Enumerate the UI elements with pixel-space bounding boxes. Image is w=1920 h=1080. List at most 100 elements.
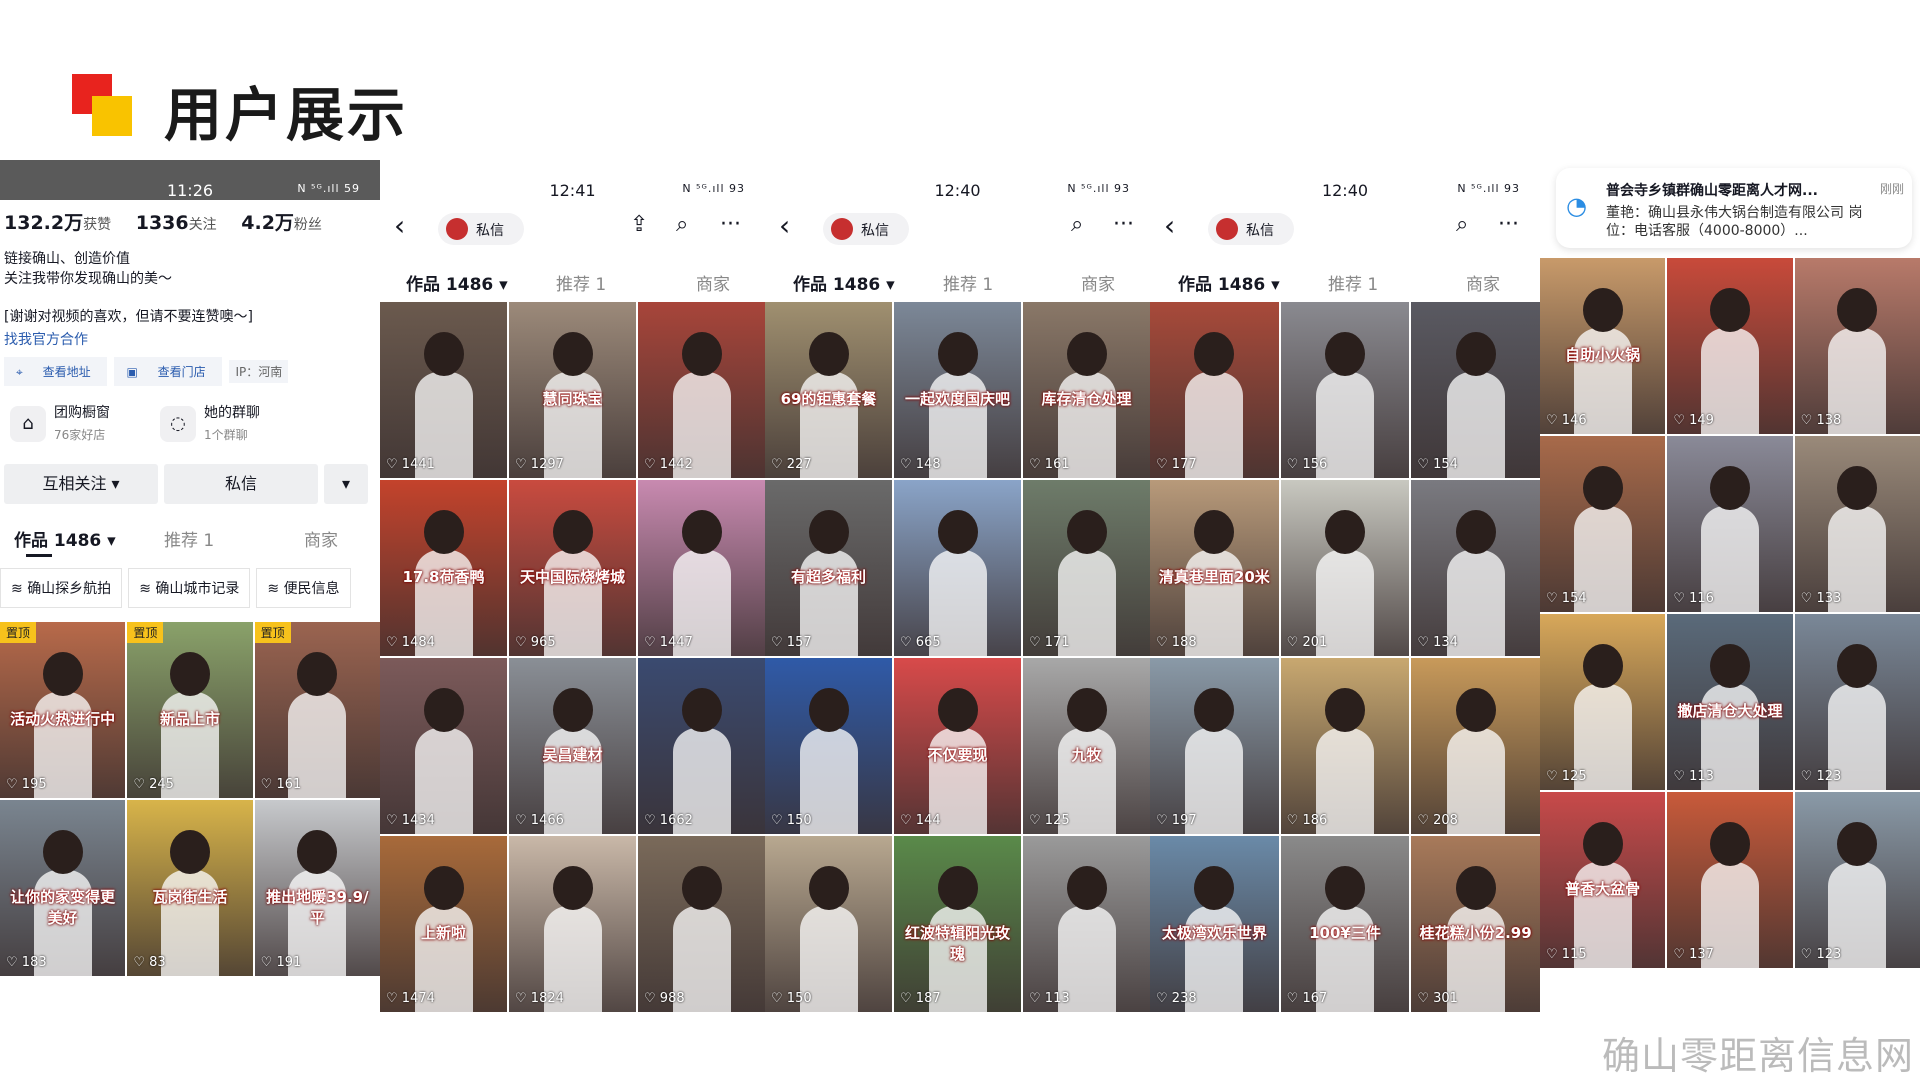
video-thumbnail[interactable]: 置顶 ♡ 161 xyxy=(254,622,380,798)
video-thumbnail[interactable]: ♡ 150 xyxy=(765,658,892,834)
video-thumbnail[interactable]: ♡ 123 xyxy=(1794,792,1920,968)
video-thumbnail[interactable]: 清真巷里面20米 ♡ 188 xyxy=(1150,480,1279,656)
video-thumbnail[interactable]: ♡ 1447 xyxy=(638,480,765,656)
video-thumbnail[interactable]: 撤店清仓大处理 ♡ 113 xyxy=(1667,614,1793,790)
group-chat-entry[interactable]: ◌ 她的群聊 1个群聊 xyxy=(154,402,304,450)
tab-recommend[interactable]: 推荐 1 xyxy=(943,270,993,295)
video-thumbnail[interactable]: 置顶 新品上市 ♡ 245 xyxy=(127,622,253,798)
video-thumbnail[interactable]: ♡ 137 xyxy=(1667,792,1793,968)
more-button[interactable]: ▾ xyxy=(324,464,368,504)
collection-chip[interactable]: ≋ 便民信息 xyxy=(256,568,351,608)
video-thumbnail[interactable]: 普香大盆骨 ♡ 115 xyxy=(1540,792,1666,968)
video-thumbnail[interactable]: 太极湾欢乐世界 ♡ 238 xyxy=(1150,836,1279,1012)
video-thumbnail[interactable]: 有超多福利 ♡ 157 xyxy=(765,480,892,656)
more-icon[interactable]: ··· xyxy=(1113,212,1134,237)
like-count: ♡ 157 xyxy=(771,635,812,650)
video-thumbnail[interactable]: ♡ 134 xyxy=(1411,480,1540,656)
search-icon[interactable]: ⌕ xyxy=(1071,212,1083,237)
video-thumbnail[interactable]: ♡ 156 xyxy=(1280,302,1410,478)
tab-merchant[interactable]: 商家 xyxy=(696,270,730,295)
video-thumbnail[interactable]: ♡ 208 xyxy=(1411,658,1540,834)
video-thumbnail[interactable]: ♡ 201 xyxy=(1280,480,1410,656)
pm-button[interactable]: 私信 xyxy=(438,213,524,245)
search-icon[interactable]: ⌕ xyxy=(1456,212,1468,237)
back-icon[interactable]: ‹ xyxy=(1164,212,1175,240)
video-thumbnail[interactable]: ♡ 123 xyxy=(1794,614,1920,790)
collection-chip[interactable]: ≋ 确山城市记录 xyxy=(128,568,251,608)
video-thumbnail[interactable]: ♡ 186 xyxy=(1280,658,1410,834)
share-icon[interactable]: ⇪ xyxy=(630,212,648,237)
video-thumbnail[interactable]: ♡ 154 xyxy=(1411,302,1540,478)
video-thumbnail[interactable]: ♡ 116 xyxy=(1667,436,1793,612)
video-thumbnail[interactable]: ♡ 1434 xyxy=(380,658,507,834)
video-thumbnail[interactable]: ♡ 154 xyxy=(1540,436,1666,612)
tab-recommend[interactable]: 推荐 1 xyxy=(556,270,606,295)
follow-button[interactable]: 互相关注 ▾ xyxy=(4,464,158,504)
push-notification[interactable]: ◔ 普会寺乡镇群确山零距离人才网... 董艳：确山县永伟大锅台制造有限公司 岗位… xyxy=(1556,168,1912,248)
cooperation-link[interactable]: 找我官方合作 xyxy=(4,329,380,349)
person-head xyxy=(1455,866,1496,910)
video-thumbnail[interactable]: ♡ 138 xyxy=(1794,258,1920,434)
video-thumbnail[interactable]: ♡ 177 xyxy=(1150,302,1279,478)
video-thumbnail[interactable]: ♡ 133 xyxy=(1794,436,1920,612)
following-count[interactable]: 1336 xyxy=(136,212,189,234)
group-buy-entry[interactable]: ⌂ 团购橱窗 76家好店 xyxy=(4,402,154,450)
collection-chip[interactable]: ≋ 确山探乡航拍 xyxy=(0,568,123,608)
video-thumbnail[interactable]: 69的钜惠套餐 ♡ 227 xyxy=(765,302,892,478)
video-thumbnail[interactable]: 九牧 ♡ 125 xyxy=(1023,658,1150,834)
video-thumbnail[interactable]: ♡ 149 xyxy=(1667,258,1793,434)
video-thumbnail[interactable]: 天中国际烧烤城 ♡ 965 xyxy=(509,480,636,656)
video-thumbnail[interactable]: ♡ 125 xyxy=(1540,614,1666,790)
video-thumbnail[interactable]: ♡ 1824 xyxy=(509,836,636,1012)
video-thumbnail[interactable]: ♡ 1662 xyxy=(638,658,765,834)
more-icon[interactable]: ··· xyxy=(720,212,741,237)
video-thumbnail[interactable]: ♡ 197 xyxy=(1150,658,1279,834)
tab-merchant[interactable]: 商家 xyxy=(1081,270,1115,295)
tab-works[interactable]: 作品 1486 ▾ xyxy=(793,270,895,295)
video-thumbnail[interactable]: 吴昌建材 ♡ 1466 xyxy=(509,658,636,834)
video-thumbnail[interactable]: 推出地暖39.9/平 ♡ 191 xyxy=(254,800,380,976)
tab-works[interactable]: 作品 1486 ▾ xyxy=(14,526,116,551)
video-thumbnail[interactable]: 100¥三件 ♡ 167 xyxy=(1280,836,1410,1012)
video-thumbnail[interactable]: ♡ 150 xyxy=(765,836,892,1012)
more-icon[interactable]: ··· xyxy=(1498,212,1519,237)
tab-merchant[interactable]: 商家 xyxy=(304,526,338,551)
video-thumbnail[interactable]: 库存清仓处理 ♡ 161 xyxy=(1023,302,1150,478)
like-value: 1441 xyxy=(401,457,435,472)
video-thumbnail[interactable]: 17.8荷香鸭 ♡ 1484 xyxy=(380,480,507,656)
tab-works[interactable]: 作品 1486 ▾ xyxy=(1178,270,1280,295)
video-thumbnail[interactable]: 桂花糕小份2.99 ♡ 301 xyxy=(1411,836,1540,1012)
search-icon[interactable]: ⌕ xyxy=(676,212,688,237)
fans-count[interactable]: 4.2万 xyxy=(241,212,294,234)
view-address-chip[interactable]: ⌖ 查看地址 xyxy=(4,357,107,386)
like-count: ♡ 149 xyxy=(1673,413,1714,428)
person-head xyxy=(1194,510,1235,554)
tab-works[interactable]: 作品 1486 ▾ xyxy=(406,270,508,295)
video-thumbnail[interactable]: ♡ 171 xyxy=(1023,480,1150,656)
video-thumbnail[interactable]: 一起欢度国庆吧 ♡ 148 xyxy=(894,302,1021,478)
video-thumbnail[interactable]: 红波特辑阳光玫瑰 ♡ 187 xyxy=(894,836,1021,1012)
video-caption: 不仅要现 xyxy=(927,746,988,764)
video-thumbnail[interactable]: ♡ 1442 xyxy=(638,302,765,478)
video-thumbnail[interactable]: 让你的家变得更美好 ♡ 183 xyxy=(0,800,126,976)
tab-recommend[interactable]: 推荐 1 xyxy=(164,526,214,551)
video-thumbnail[interactable]: 不仅要现 ♡ 144 xyxy=(894,658,1021,834)
message-button[interactable]: 私信 xyxy=(164,464,318,504)
pm-button[interactable]: 私信 xyxy=(1208,213,1294,245)
video-thumbnail[interactable]: ♡ 665 xyxy=(894,480,1021,656)
video-thumbnail[interactable]: 置顶 活动火热进行中 ♡ 195 xyxy=(0,622,126,798)
video-thumbnail[interactable]: ♡ 988 xyxy=(638,836,765,1012)
back-icon[interactable]: ‹ xyxy=(779,212,790,240)
video-thumbnail[interactable]: 上新啦 ♡ 1474 xyxy=(380,836,507,1012)
video-thumbnail[interactable]: 慧同珠宝 ♡ 1297 xyxy=(509,302,636,478)
back-icon[interactable]: ‹ xyxy=(394,212,405,240)
pm-button[interactable]: 私信 xyxy=(823,213,909,245)
video-thumbnail[interactable]: ♡ 113 xyxy=(1023,836,1150,1012)
video-thumbnail[interactable]: 瓦岗街生活 ♡ 83 xyxy=(127,800,253,976)
view-store-chip[interactable]: ▣ 查看门店 xyxy=(114,357,222,386)
like-count: ♡ 186 xyxy=(1287,813,1328,828)
video-thumbnail[interactable]: ♡ 1441 xyxy=(380,302,507,478)
tab-recommend[interactable]: 推荐 1 xyxy=(1328,270,1378,295)
tab-merchant[interactable]: 商家 xyxy=(1466,270,1500,295)
video-thumbnail[interactable]: 自助小火锅 ♡ 146 xyxy=(1540,258,1666,434)
